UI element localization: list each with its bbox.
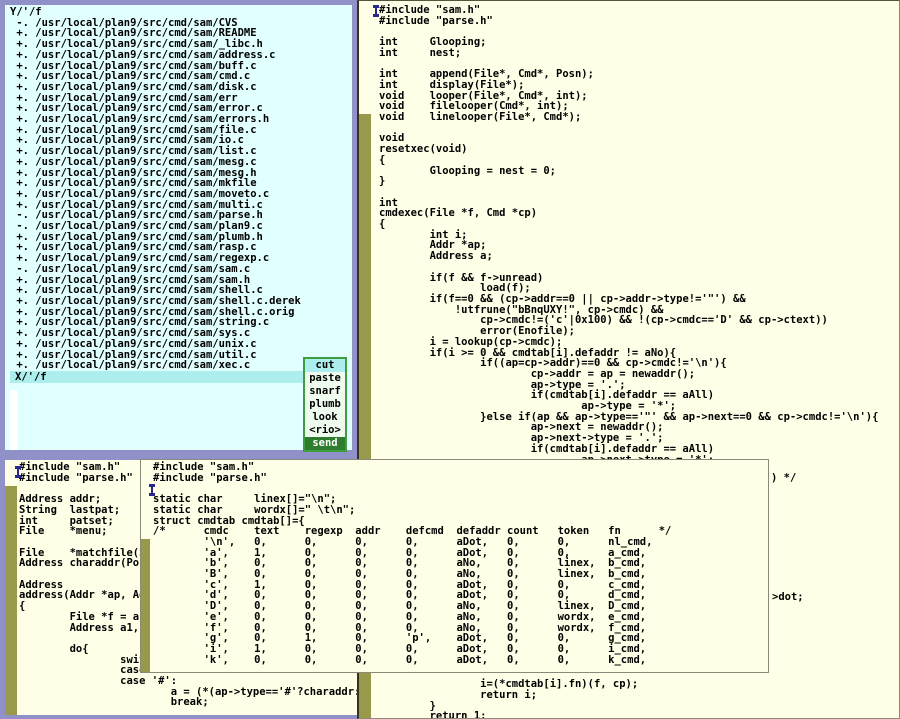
menu-item-look[interactable]: look — [305, 411, 345, 424]
cmdtab-text[interactable]: #include "sam.h" #include "parse.h" stat… — [141, 460, 671, 665]
rio-popup-menu: cut paste snarf plumb look <rio> send — [303, 357, 347, 452]
menu-item-cut[interactable]: cut — [305, 359, 345, 372]
text-caret-icon — [151, 485, 153, 495]
occluded-line-fragment: >dot; — [772, 592, 804, 603]
cmdtab-overlay-window[interactable]: #include "sam.h" #include "parse.h" stat… — [140, 459, 769, 673]
menu-item-send[interactable]: send — [305, 437, 345, 450]
menu-item-paste[interactable]: paste — [305, 372, 345, 385]
text-caret-icon — [17, 467, 19, 477]
file-listing-text[interactable]: Y/'/f -. /usr/local/plan9/src/cmd/sam/CV… — [5, 5, 352, 371]
file-window-scroll-thumb[interactable] — [10, 390, 18, 454]
text-caret-icon — [375, 6, 377, 16]
rio-desktop: #include "sam.h" #include "parse.h" Addr… — [0, 0, 900, 719]
occluded-line-fragment: ) */ — [771, 473, 796, 484]
menu-item-rio[interactable]: <rio> — [305, 424, 345, 437]
menu-item-snarf[interactable]: snarf — [305, 385, 345, 398]
menu-item-plumb[interactable]: plumb — [305, 398, 345, 411]
selected-command-line[interactable]: X/'/f — [10, 371, 347, 383]
